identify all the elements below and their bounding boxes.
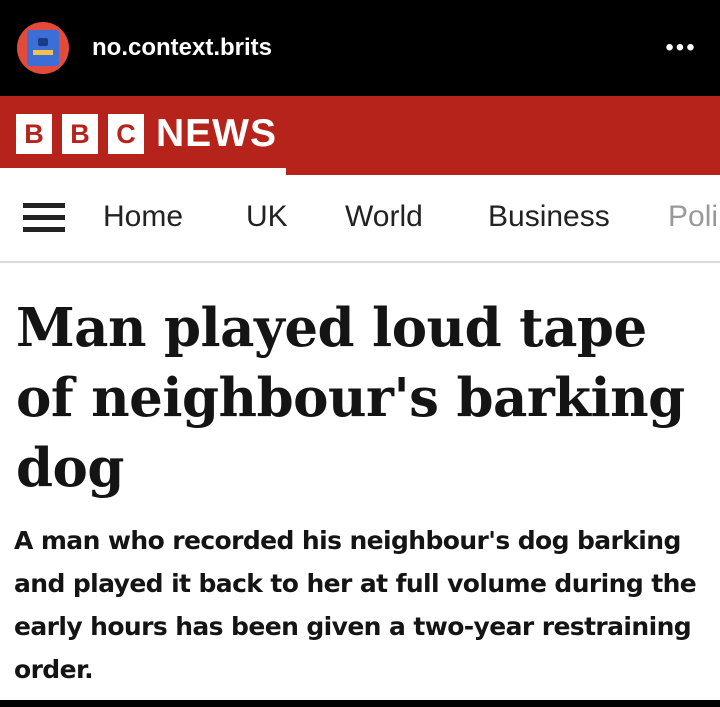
hamburger-menu-icon[interactable]: [23, 203, 67, 233]
navigation-bar: Home UK World Business Poli: [0, 175, 720, 263]
bbc-logo-block-2: B: [62, 114, 98, 154]
article-summary: A man who recorded his neighbour's dog b…: [14, 526, 697, 684]
bbc-logo-block-1: B: [16, 114, 52, 154]
avatar-stripe: [33, 50, 53, 55]
nav-item-uk[interactable]: UK: [246, 199, 288, 235]
nav-item-home[interactable]: Home: [103, 199, 183, 235]
avatar-mark: [38, 38, 48, 46]
nav-item-world[interactable]: World: [345, 199, 423, 235]
instagram-post-header: no.context.brits •••: [0, 0, 720, 96]
bbc-news-header: B B C NEWS: [0, 96, 720, 175]
bottom-edge: [0, 700, 720, 707]
nav-item-business[interactable]: Business: [488, 199, 610, 235]
active-section-indicator: [0, 168, 286, 175]
more-horizontal-icon[interactable]: •••: [664, 34, 698, 62]
article-headline[interactable]: Man played loud tape of neighbour's bark…: [16, 293, 716, 503]
avatar-image: [27, 30, 59, 66]
bbc-logo-block-3: C: [108, 114, 144, 154]
nav-item-politics[interactable]: Poli: [668, 199, 718, 235]
article-content: Man played loud tape of neighbour's bark…: [0, 263, 720, 700]
profile-avatar[interactable]: [17, 22, 69, 74]
news-wordmark: NEWS: [156, 112, 277, 155]
post-username[interactable]: no.context.brits: [92, 34, 272, 62]
